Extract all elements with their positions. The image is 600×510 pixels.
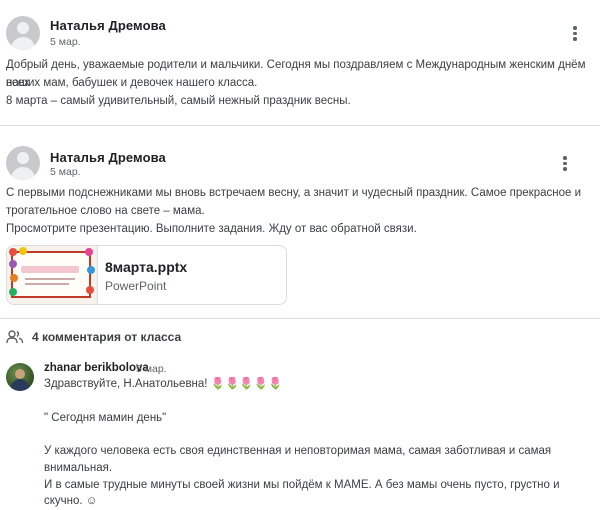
author-avatar[interactable] bbox=[6, 146, 40, 180]
post-line-3: Просмотрите презентацию. Выполните задан… bbox=[6, 223, 417, 235]
comment-date: 5 мар. bbox=[136, 363, 167, 375]
comments-divider bbox=[0, 318, 600, 319]
post-author[interactable]: Наталья Дремова bbox=[50, 18, 166, 33]
post-date: 5 мар. bbox=[50, 36, 81, 48]
more-vert-icon[interactable] bbox=[568, 24, 582, 44]
comment-author[interactable]: zhanar berikbolova bbox=[44, 362, 149, 374]
attachment-card[interactable]: 8марта.pptx PowerPoint bbox=[6, 245, 287, 305]
comment-line-5: У каждого человека есть своя единственна… bbox=[44, 445, 552, 457]
post-line-2: трогательное слово на свете – мама. bbox=[6, 205, 205, 217]
attachment-type: PowerPoint bbox=[105, 279, 167, 293]
post-card-1: Наталья Дремова 5 мар. Добрый день, уваж… bbox=[0, 0, 600, 125]
post-author[interactable]: Наталья Дремова bbox=[50, 150, 166, 165]
comment-line-7: И в самые трудные минуты своей жизни мы … bbox=[44, 479, 560, 491]
presentation-thumbnail bbox=[7, 246, 98, 304]
commenter-avatar[interactable] bbox=[6, 363, 34, 391]
comments-count-label: 4 комментария от класса bbox=[32, 330, 182, 344]
author-avatar[interactable] bbox=[6, 16, 40, 50]
post-line-3: 8 марта – самый удивительный, самый нежн… bbox=[6, 95, 351, 107]
post-line-1: С первыми подснежниками мы вновь встреча… bbox=[6, 187, 582, 199]
comment-line-6: внимальная. bbox=[44, 462, 113, 474]
comment-line-3: " Сегодня мамин день" bbox=[44, 412, 167, 424]
class-comments-header[interactable]: 4 комментария от класса bbox=[6, 330, 181, 344]
comment-line-8: скучно. ☺ bbox=[44, 495, 98, 507]
more-vert-icon[interactable] bbox=[558, 154, 572, 174]
post-line-2: наших мам, бабушек и девочек нашего клас… bbox=[6, 77, 258, 89]
comment-line-1: Здравствуйте, Н.Анатольевна! 🌷🌷🌷🌷🌷 bbox=[44, 378, 283, 390]
attachment-name[interactable]: 8марта.pptx bbox=[105, 259, 187, 275]
people-icon bbox=[6, 330, 24, 344]
post-date: 5 мар. bbox=[50, 166, 81, 178]
